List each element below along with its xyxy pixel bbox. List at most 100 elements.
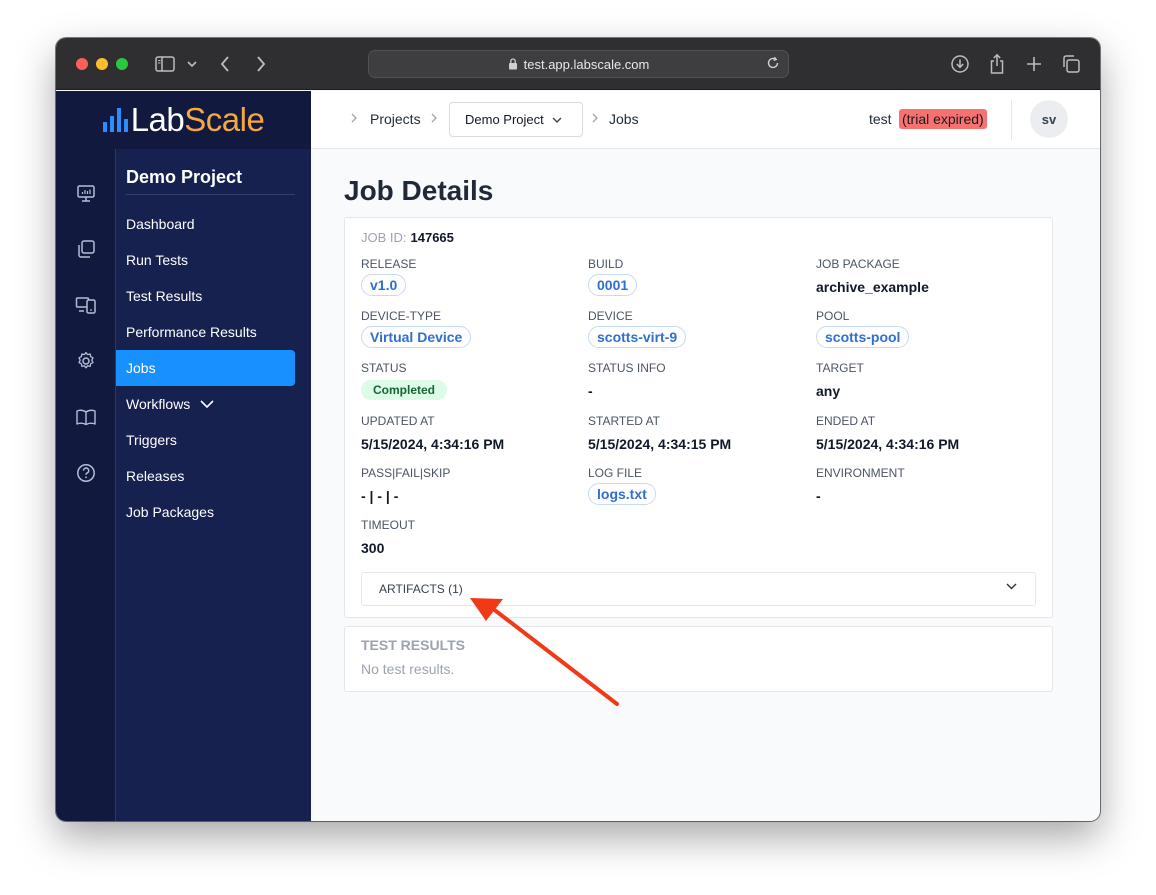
device-link[interactable]: scotts-virt-9 <box>588 326 687 348</box>
user-name: test <box>869 111 892 127</box>
job-id-value: 147665 <box>410 230 454 245</box>
breadcrumb-jobs[interactable]: Jobs <box>609 111 639 127</box>
logo-text: LabScale <box>131 101 265 139</box>
sidebar-item-dashboard[interactable]: Dashboard <box>116 206 295 242</box>
minimize-window-button[interactable] <box>96 58 108 70</box>
sidebar-item-label: Jobs <box>126 360 156 376</box>
sidebar-item-label: Releases <box>126 468 185 484</box>
field-label: ENVIRONMENT <box>816 466 905 480</box>
sidebar-item-performance-results[interactable]: Performance Results <box>116 314 295 350</box>
field-label: LOG FILE <box>588 466 643 480</box>
field-value: - <box>816 488 821 504</box>
sidebar-icon[interactable] <box>153 52 177 76</box>
sidebar-item-workflows[interactable]: Workflows <box>116 386 295 422</box>
share-icon[interactable] <box>986 52 1008 76</box>
field-status: STATUS Completed <box>361 361 581 400</box>
field-label: ENDED AT <box>816 414 876 428</box>
field-value: 5/15/2024, 4:34:15 PM <box>588 436 732 452</box>
sidebar-project-title: Demo Project <box>126 167 295 195</box>
sidebar-item-label: Workflows <box>126 396 191 412</box>
download-icon[interactable] <box>949 52 971 76</box>
field-label: TIMEOUT <box>361 518 415 532</box>
field-value: 5/15/2024, 4:34:16 PM <box>361 436 505 452</box>
job-id: JOB ID: 147665 <box>361 230 454 245</box>
sidebar: Demo Project Dashboard Run Tests Test Re… <box>116 149 311 821</box>
field-pass-fail-skip: PASS|FAIL|SKIP - | - | - <box>361 466 581 506</box>
icon-rail <box>56 149 116 821</box>
field-label: DEVICE-TYPE <box>361 309 442 323</box>
field-label: STATUS INFO <box>588 361 666 375</box>
breadcrumb-projects[interactable]: Projects <box>370 111 421 127</box>
copy-icon[interactable] <box>75 238 97 260</box>
sidebar-item-label: Test Results <box>126 288 203 304</box>
browser-toolbar: test.app.labscale.com <box>56 38 1100 90</box>
monitor-icon[interactable] <box>75 182 97 204</box>
back-icon[interactable] <box>216 52 234 76</box>
artifacts-accordion[interactable]: ARTIFACTS (1) <box>361 572 1036 606</box>
logo-bars-icon <box>102 108 128 132</box>
help-icon[interactable] <box>75 462 97 484</box>
pool-link[interactable]: scotts-pool <box>816 326 910 348</box>
field-label: DEVICE <box>588 309 633 323</box>
sidebar-item-label: Dashboard <box>126 216 195 232</box>
chevron-right-icon <box>431 113 437 123</box>
field-value: 300 <box>361 540 385 556</box>
avatar[interactable]: sv <box>1030 100 1068 138</box>
new-tab-icon[interactable] <box>1023 52 1045 76</box>
gear-icon[interactable] <box>75 350 97 372</box>
field-started-at: STARTED AT 5/15/2024, 4:34:15 PM <box>588 414 808 454</box>
job-details-card: JOB ID: 147665 RELEASE v1.0 BUILD 0001 JO… <box>344 217 1053 618</box>
chevron-down-icon[interactable] <box>185 52 199 76</box>
app: LabScale Demo Project Dashboard Run Test… <box>56 91 1100 821</box>
field-updated-at: UPDATED AT 5/15/2024, 4:34:16 PM <box>361 414 581 454</box>
zoom-window-button[interactable] <box>116 58 128 70</box>
sidebar-item-releases[interactable]: Releases <box>116 458 295 494</box>
chevron-right-icon <box>351 113 357 123</box>
chevron-down-icon <box>552 117 562 123</box>
sidebar-item-label: Run Tests <box>126 252 188 268</box>
sidebar-item-jobs[interactable]: Jobs <box>116 350 295 386</box>
url-text: test.app.labscale.com <box>523 56 650 72</box>
test-results-card: TEST RESULTS No test results. <box>344 626 1053 692</box>
sidebar-item-test-results[interactable]: Test Results <box>116 278 295 314</box>
test-results-empty: No test results. <box>361 661 455 677</box>
field-build: BUILD 0001 <box>588 257 808 296</box>
sidebar-item-label: Triggers <box>126 432 177 448</box>
trial-badge: (trial expired) <box>899 109 987 129</box>
build-link[interactable]: 0001 <box>588 274 638 296</box>
book-icon[interactable] <box>75 406 97 428</box>
address-bar[interactable]: test.app.labscale.com <box>368 50 789 78</box>
project-select-value: Demo Project <box>465 112 544 127</box>
log-file-link[interactable]: logs.txt <box>588 483 656 505</box>
reload-icon[interactable] <box>766 56 780 73</box>
chevron-down-icon <box>200 400 214 408</box>
project-select[interactable]: Demo Project <box>449 102 583 137</box>
sidebar-item-triggers[interactable]: Triggers <box>116 422 295 458</box>
field-job-package: JOB PACKAGE archive_example <box>816 257 1036 297</box>
sidebar-item-run-tests[interactable]: Run Tests <box>116 242 295 278</box>
field-value: - | - | - <box>361 488 399 504</box>
header-divider <box>1011 100 1012 140</box>
field-label: POOL <box>816 309 850 323</box>
sidebar-item-job-packages[interactable]: Job Packages <box>116 494 295 530</box>
browser-window: test.app.labscale.com LabScale Demo Proj… <box>56 38 1100 821</box>
field-target: TARGET any <box>816 361 1036 401</box>
logo[interactable]: LabScale <box>56 91 311 149</box>
field-label: BUILD <box>588 257 624 271</box>
chevron-right-icon <box>592 113 598 123</box>
forward-icon[interactable] <box>252 52 270 76</box>
header: Projects Demo Project Jobs test (trial e… <box>311 91 1100 149</box>
tabs-icon[interactable] <box>1060 52 1082 76</box>
device-type-link[interactable]: Virtual Device <box>361 326 472 348</box>
close-window-button[interactable] <box>76 58 88 70</box>
field-ended-at: ENDED AT 5/15/2024, 4:34:16 PM <box>816 414 1036 454</box>
field-value: - <box>588 383 593 399</box>
devices-icon[interactable] <box>75 294 97 316</box>
field-release: RELEASE v1.0 <box>361 257 581 296</box>
logo-text-scale: Scale <box>184 101 265 138</box>
page-title: Job Details <box>344 175 494 206</box>
field-label: TARGET <box>816 361 864 375</box>
sidebar-item-label: Performance Results <box>126 324 257 340</box>
release-link[interactable]: v1.0 <box>361 274 407 296</box>
lock-icon <box>508 58 518 70</box>
